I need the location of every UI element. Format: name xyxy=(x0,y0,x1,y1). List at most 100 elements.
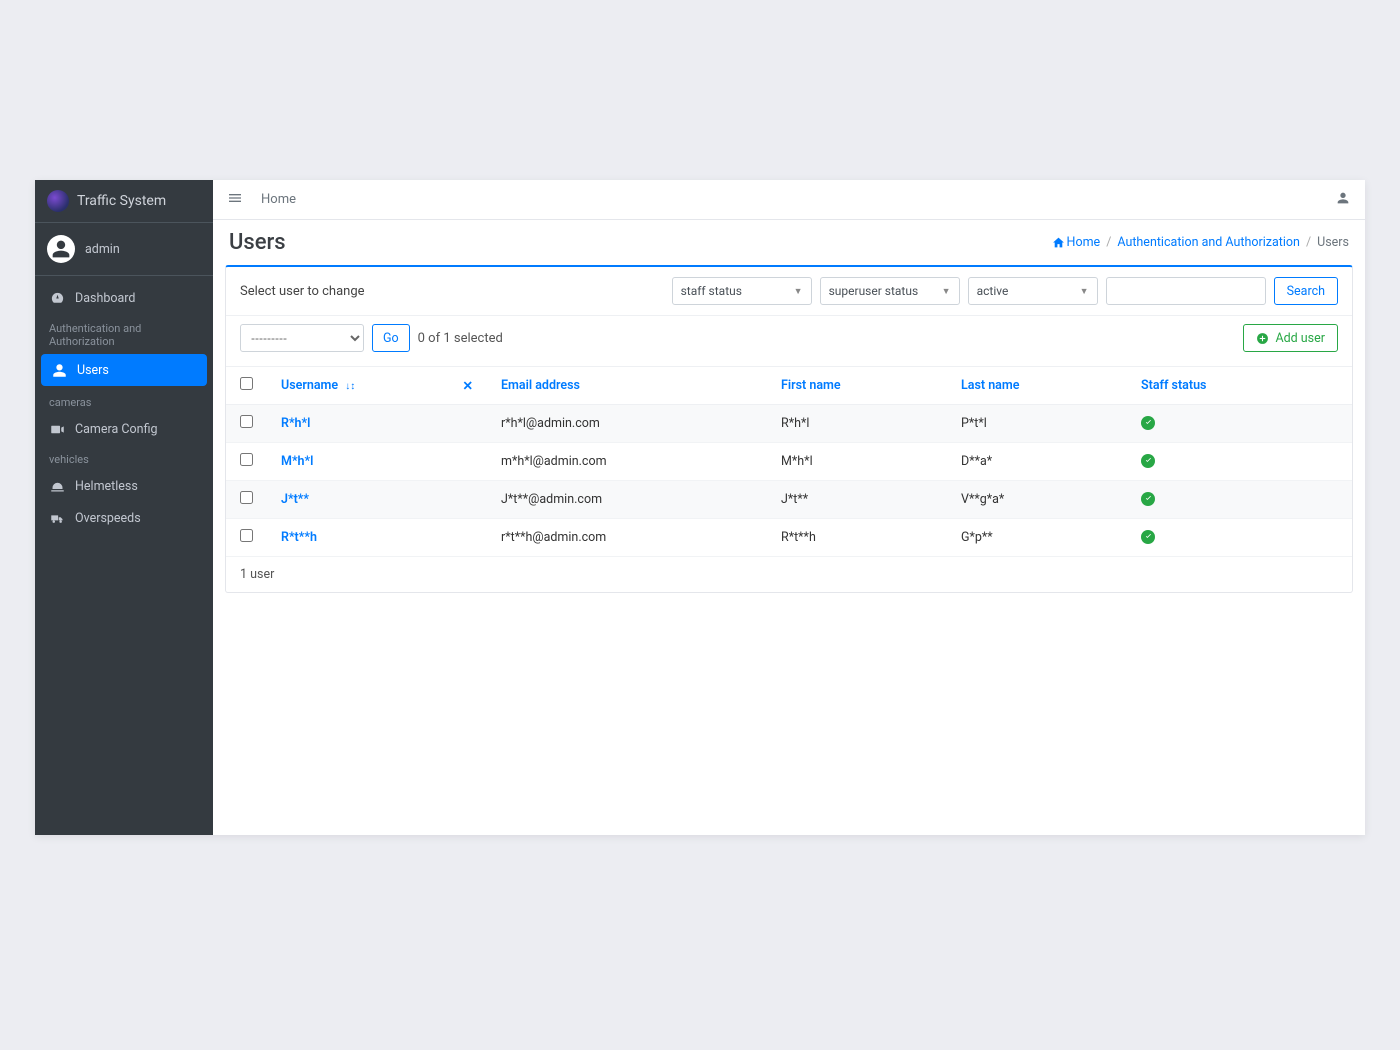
row-checkbox[interactable] xyxy=(240,529,253,542)
brand-title: Traffic System xyxy=(77,193,166,209)
brand-logo-icon xyxy=(47,190,69,212)
col-staff-status[interactable]: Staff status xyxy=(1127,367,1352,405)
col-username[interactable]: Username ↓↕ ✕ xyxy=(267,367,487,405)
username-link[interactable]: R*h*l xyxy=(281,416,310,431)
search-button[interactable]: Search xyxy=(1274,277,1338,305)
main: Home Users Home / Authentication and Aut… xyxy=(213,180,1365,835)
table-row: R*t**hr*t**h@admin.comR*t**hG*p** xyxy=(226,519,1352,557)
selection-count: 0 of 1 selected xyxy=(418,331,503,346)
check-icon xyxy=(1141,454,1155,468)
page-title: Users xyxy=(229,230,286,255)
action-select[interactable]: --------- xyxy=(240,324,364,352)
sidebar-header-vehicles: vehicles xyxy=(35,445,213,470)
cell-email: J*t**@admin.com xyxy=(487,481,767,519)
cell-last-name: V**g*a* xyxy=(947,481,1127,519)
cell-email: m*h*l@admin.com xyxy=(487,443,767,481)
topbar-user-icon[interactable] xyxy=(1335,190,1351,210)
row-checkbox[interactable] xyxy=(240,453,253,466)
sidebar-item-camera-config[interactable]: Camera Config xyxy=(35,413,213,445)
breadcrumb-sep: / xyxy=(1306,235,1311,250)
filters: staff status ▼ superuser status ▼ active… xyxy=(672,277,1338,305)
changelist-card: Select user to change staff status ▼ sup… xyxy=(225,265,1353,593)
table-row: R*h*lr*h*l@admin.comR*h*lP*t*l xyxy=(226,405,1352,443)
select-all-checkbox[interactable] xyxy=(240,377,253,390)
table-row: M*h*lm*h*l@admin.comM*h*lD**a* xyxy=(226,443,1352,481)
search-input[interactable] xyxy=(1106,277,1266,305)
sidebar: Traffic System admin Dashboard Authentic… xyxy=(35,180,213,835)
username-link[interactable]: M*h*l xyxy=(281,454,313,469)
clear-sort-icon[interactable]: ✕ xyxy=(463,378,473,394)
col-first-name[interactable]: First name xyxy=(767,367,947,405)
row-checkbox[interactable] xyxy=(240,491,253,504)
check-icon xyxy=(1141,416,1155,430)
filter-active[interactable]: active ▼ xyxy=(968,277,1098,305)
cell-first-name: R*h*l xyxy=(767,405,947,443)
plus-circle-icon xyxy=(1256,332,1269,345)
chevron-down-icon: ▼ xyxy=(942,286,951,297)
avatar-icon xyxy=(47,235,75,263)
sidebar-item-helmetless[interactable]: Helmetless xyxy=(35,470,213,502)
cell-staff-status xyxy=(1127,443,1352,481)
current-user: admin xyxy=(85,242,120,257)
content: Select user to change staff status ▼ sup… xyxy=(213,265,1365,605)
sidebar-header-cameras: cameras xyxy=(35,388,213,413)
helmet-icon xyxy=(49,478,65,494)
topbar-home-link[interactable]: Home xyxy=(261,192,296,207)
cell-email: r*t**h@admin.com xyxy=(487,519,767,557)
sort-icon: ↓↕ xyxy=(345,381,355,392)
content-header: Users Home / Authentication and Authoriz… xyxy=(213,220,1365,265)
cell-first-name: M*h*l xyxy=(767,443,947,481)
video-icon xyxy=(49,421,65,437)
sidebar-item-label: Users xyxy=(77,363,109,378)
chevron-down-icon: ▼ xyxy=(794,286,803,297)
col-select-all xyxy=(226,367,267,405)
filter-staff-status[interactable]: staff status ▼ xyxy=(672,277,812,305)
check-icon xyxy=(1141,530,1155,544)
topbar: Home xyxy=(213,180,1365,220)
brand: Traffic System xyxy=(35,180,213,223)
sidebar-item-label: Camera Config xyxy=(75,422,158,437)
sidebar-item-label: Overspeeds xyxy=(75,511,141,526)
add-user-button[interactable]: Add user xyxy=(1243,324,1338,352)
filter-superuser-status[interactable]: superuser status ▼ xyxy=(820,277,960,305)
sidebar-item-label: Helmetless xyxy=(75,479,138,494)
cell-email: r*h*l@admin.com xyxy=(487,405,767,443)
cell-staff-status xyxy=(1127,519,1352,557)
chevron-down-icon: ▼ xyxy=(1080,286,1089,297)
truck-icon xyxy=(49,510,65,526)
app-window: Traffic System admin Dashboard Authentic… xyxy=(35,180,1365,835)
col-last-name[interactable]: Last name xyxy=(947,367,1127,405)
menu-toggle-icon[interactable] xyxy=(227,190,243,210)
cell-last-name: D**a* xyxy=(947,443,1127,481)
username-link[interactable]: R*t**h xyxy=(281,530,317,545)
breadcrumb: Home / Authentication and Authorization … xyxy=(1052,235,1349,250)
sidebar-item-label: Dashboard xyxy=(75,291,135,306)
cell-first-name: J*t** xyxy=(767,481,947,519)
user-table: Username ↓↕ ✕ Email address First name L… xyxy=(226,366,1352,557)
go-button[interactable]: Go xyxy=(372,324,410,352)
check-icon xyxy=(1141,492,1155,506)
user-icon xyxy=(51,362,67,378)
cell-staff-status xyxy=(1127,405,1352,443)
card-top: Select user to change staff status ▼ sup… xyxy=(226,267,1352,315)
cell-first-name: R*t**h xyxy=(767,519,947,557)
cell-staff-status xyxy=(1127,481,1352,519)
col-email[interactable]: Email address xyxy=(487,367,767,405)
breadcrumb-home[interactable]: Home xyxy=(1052,235,1101,250)
select-label: Select user to change xyxy=(240,284,365,299)
sidebar-item-overspeeds[interactable]: Overspeeds xyxy=(35,502,213,534)
home-icon xyxy=(1052,236,1065,249)
breadcrumb-sep: / xyxy=(1106,235,1111,250)
cell-last-name: G*p** xyxy=(947,519,1127,557)
sidebar-item-users[interactable]: Users xyxy=(41,354,207,386)
username-link[interactable]: J*t** xyxy=(281,492,309,507)
breadcrumb-auth[interactable]: Authentication and Authorization xyxy=(1117,235,1300,250)
tachometer-icon xyxy=(49,290,65,306)
user-panel[interactable]: admin xyxy=(35,223,213,276)
actions-row: --------- Go 0 of 1 selected Add user xyxy=(226,315,1352,360)
row-checkbox[interactable] xyxy=(240,415,253,428)
sidebar-item-dashboard[interactable]: Dashboard xyxy=(35,282,213,314)
breadcrumb-current: Users xyxy=(1317,235,1349,250)
table-row: J*t**J*t**@admin.comJ*t**V**g*a* xyxy=(226,481,1352,519)
sidebar-header-auth: Authentication and Authorization xyxy=(35,314,213,352)
